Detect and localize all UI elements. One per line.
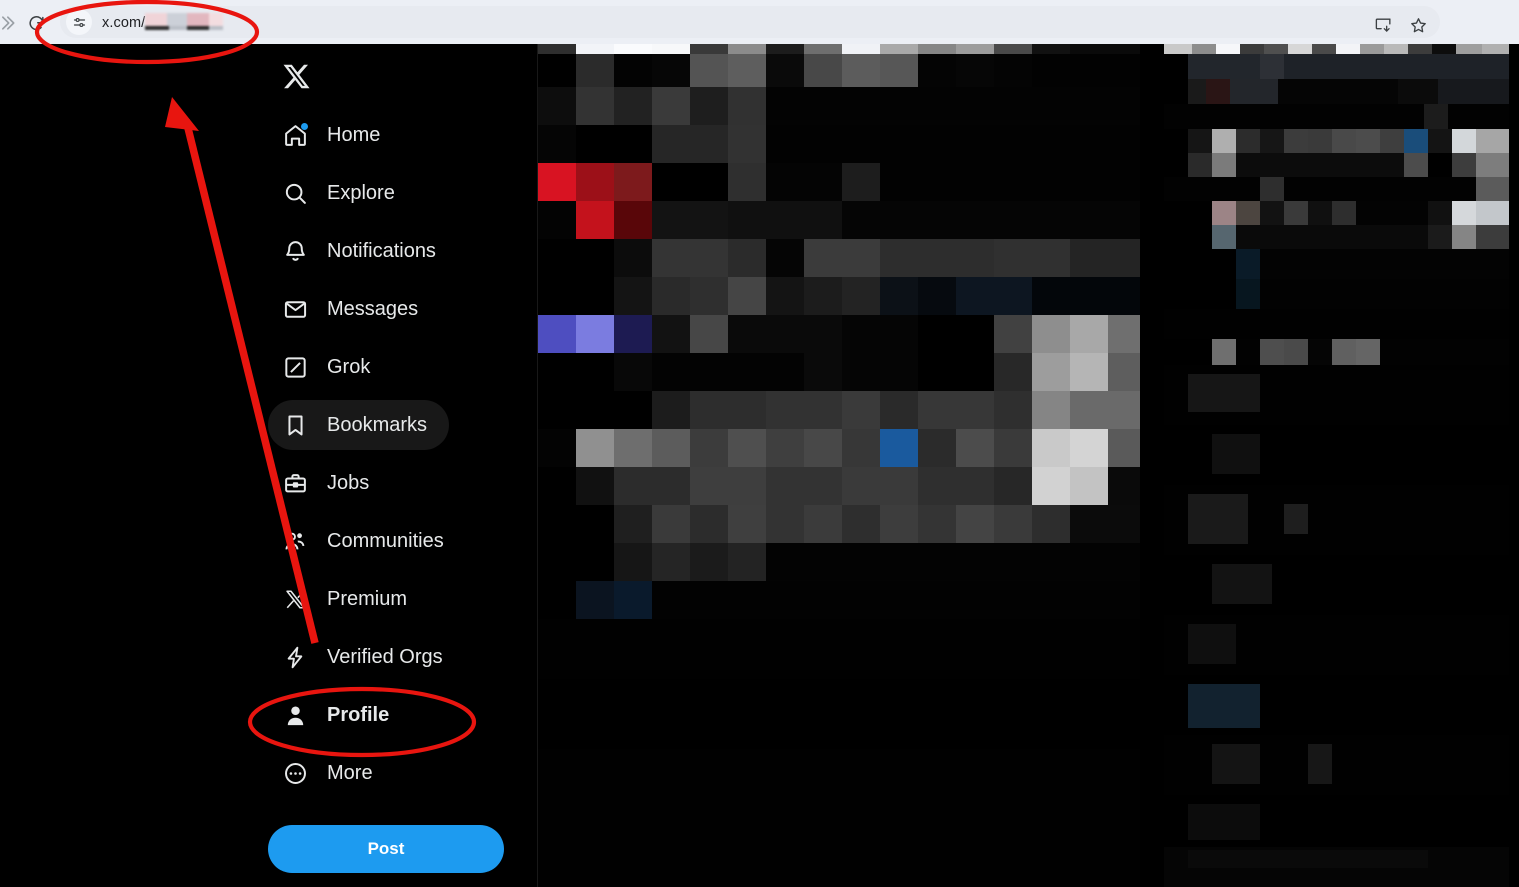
site-settings-sliders-icon[interactable] xyxy=(66,9,92,35)
bell-icon xyxy=(282,238,309,265)
timeline-column-redacted[interactable] xyxy=(537,44,1140,887)
sidebar-item-messages[interactable]: Messages xyxy=(268,284,440,334)
sidebar-nav: Home Explore Notifications Messages Grok… xyxy=(268,44,528,798)
browser-toolbar: x.com/ xyxy=(0,0,1519,44)
redacted-pixel-mosaic xyxy=(538,44,1140,887)
sidebar-item-communities[interactable]: Communities xyxy=(268,516,466,566)
url-redacted-blocks xyxy=(145,13,224,30)
url-prefix: x.com/ xyxy=(102,15,146,31)
person-filled-icon xyxy=(282,702,309,729)
sidebar-item-profile[interactable]: Profile xyxy=(268,690,411,740)
sidebar-item-label: Premium xyxy=(327,588,408,610)
page-body: Home Explore Notifications Messages Grok… xyxy=(0,44,1519,887)
forward-chevron-icon[interactable] xyxy=(0,12,18,34)
sidebar-item-label: Notifications xyxy=(327,240,436,262)
x-premium-icon xyxy=(282,586,309,613)
reload-icon[interactable] xyxy=(24,11,48,35)
screenshot-root: x.com/ Home Explore Notifications Messag… xyxy=(0,0,1519,887)
sidebar-item-explore[interactable]: Explore xyxy=(268,168,417,218)
sidebar-item-label: More xyxy=(327,762,373,784)
sidebar-item-notifications[interactable]: Notifications xyxy=(268,226,458,276)
grok-slash-icon xyxy=(282,354,309,381)
right-sidebar-column-redacted[interactable] xyxy=(1164,44,1509,887)
sidebar-item-label: Jobs xyxy=(327,472,370,494)
envelope-icon xyxy=(282,296,309,323)
sidebar-item-label: Messages xyxy=(327,298,419,320)
sidebar-item-jobs[interactable]: Jobs xyxy=(268,458,391,508)
bookmark-icon xyxy=(282,412,309,439)
home-unread-badge xyxy=(301,122,308,130)
url-text: x.com/ xyxy=(102,13,224,31)
sidebar-item-label: Grok xyxy=(327,356,371,378)
redacted-pixel-mosaic-right xyxy=(1164,44,1509,887)
sidebar-item-bookmarks[interactable]: Bookmarks xyxy=(268,400,450,450)
sidebar-item-label: Communities xyxy=(327,530,444,552)
sidebar-item-label: Bookmarks xyxy=(327,414,428,436)
url-bar[interactable]: x.com/ xyxy=(60,6,1440,38)
lightning-bolt-icon xyxy=(282,644,309,671)
sidebar-item-label: Profile xyxy=(327,704,390,726)
sidebar-item-premium[interactable]: Premium xyxy=(268,574,429,624)
post-button[interactable]: Post xyxy=(268,825,504,873)
home-icon xyxy=(282,122,309,149)
sidebar-item-label: Verified Orgs xyxy=(327,646,443,668)
install-app-icon[interactable] xyxy=(1374,16,1393,35)
x-logo-icon[interactable] xyxy=(270,50,322,102)
search-icon xyxy=(282,180,309,207)
sidebar-item-grok[interactable]: Grok xyxy=(268,342,392,392)
bookmark-star-icon[interactable] xyxy=(1409,16,1428,35)
communities-icon xyxy=(282,528,309,555)
omnibox-actions xyxy=(1374,16,1428,35)
more-dots-icon xyxy=(282,760,309,787)
sidebar-item-label: Explore xyxy=(327,182,395,204)
sidebar-item-more[interactable]: More xyxy=(268,748,395,798)
sidebar-item-home[interactable]: Home xyxy=(268,110,402,160)
briefcase-icon xyxy=(282,470,309,497)
sidebar-item-label: Home xyxy=(327,124,381,146)
sidebar-item-verified-orgs[interactable]: Verified Orgs xyxy=(268,632,465,682)
sidebar: Home Explore Notifications Messages Grok… xyxy=(0,44,537,887)
